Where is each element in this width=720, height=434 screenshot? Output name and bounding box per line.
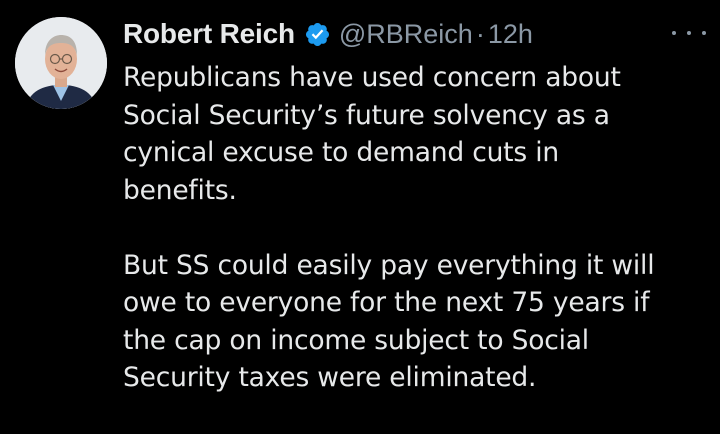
verified-badge-icon — [304, 21, 331, 48]
text-line: Republicans have used concern about — [123, 62, 621, 93]
text-line: owe to everyone for the next 75 years if — [123, 287, 650, 318]
tweet-text: Republicans have used concern about Soci… — [123, 59, 713, 397]
timestamp[interactable]: 12h — [488, 19, 533, 50]
tweet-paragraph: But SS could easily pay everything it wi… — [123, 247, 713, 397]
avatar[interactable] — [15, 17, 107, 109]
text-line: Social Security’s future solvency as a — [123, 99, 610, 131]
tweet-header: Robert Reich @RBReich · 12h — [123, 14, 533, 54]
text-line: Security taxes were eliminated. — [123, 362, 537, 393]
avatar-image — [15, 17, 107, 109]
separator-dot: · — [475, 18, 485, 49]
display-name[interactable]: Robert Reich — [123, 18, 295, 50]
text-line: benefits. — [123, 174, 237, 206]
handle[interactable]: @RBReich — [339, 19, 473, 50]
tweet[interactable]: Robert Reich @RBReich · 12h Republicans … — [0, 0, 720, 434]
text-line: cynical excuse to demand cuts in — [123, 137, 559, 168]
more-dot — [702, 31, 706, 35]
more-dot — [687, 31, 691, 35]
more-options-icon[interactable] — [672, 24, 706, 42]
tweet-paragraph: Republicans have used concern about Soci… — [123, 59, 713, 209]
text-line: But SS could easily pay everything it wi… — [123, 249, 655, 281]
text-line: the cap on income subject to Social — [123, 324, 589, 356]
more-dot — [672, 31, 676, 35]
